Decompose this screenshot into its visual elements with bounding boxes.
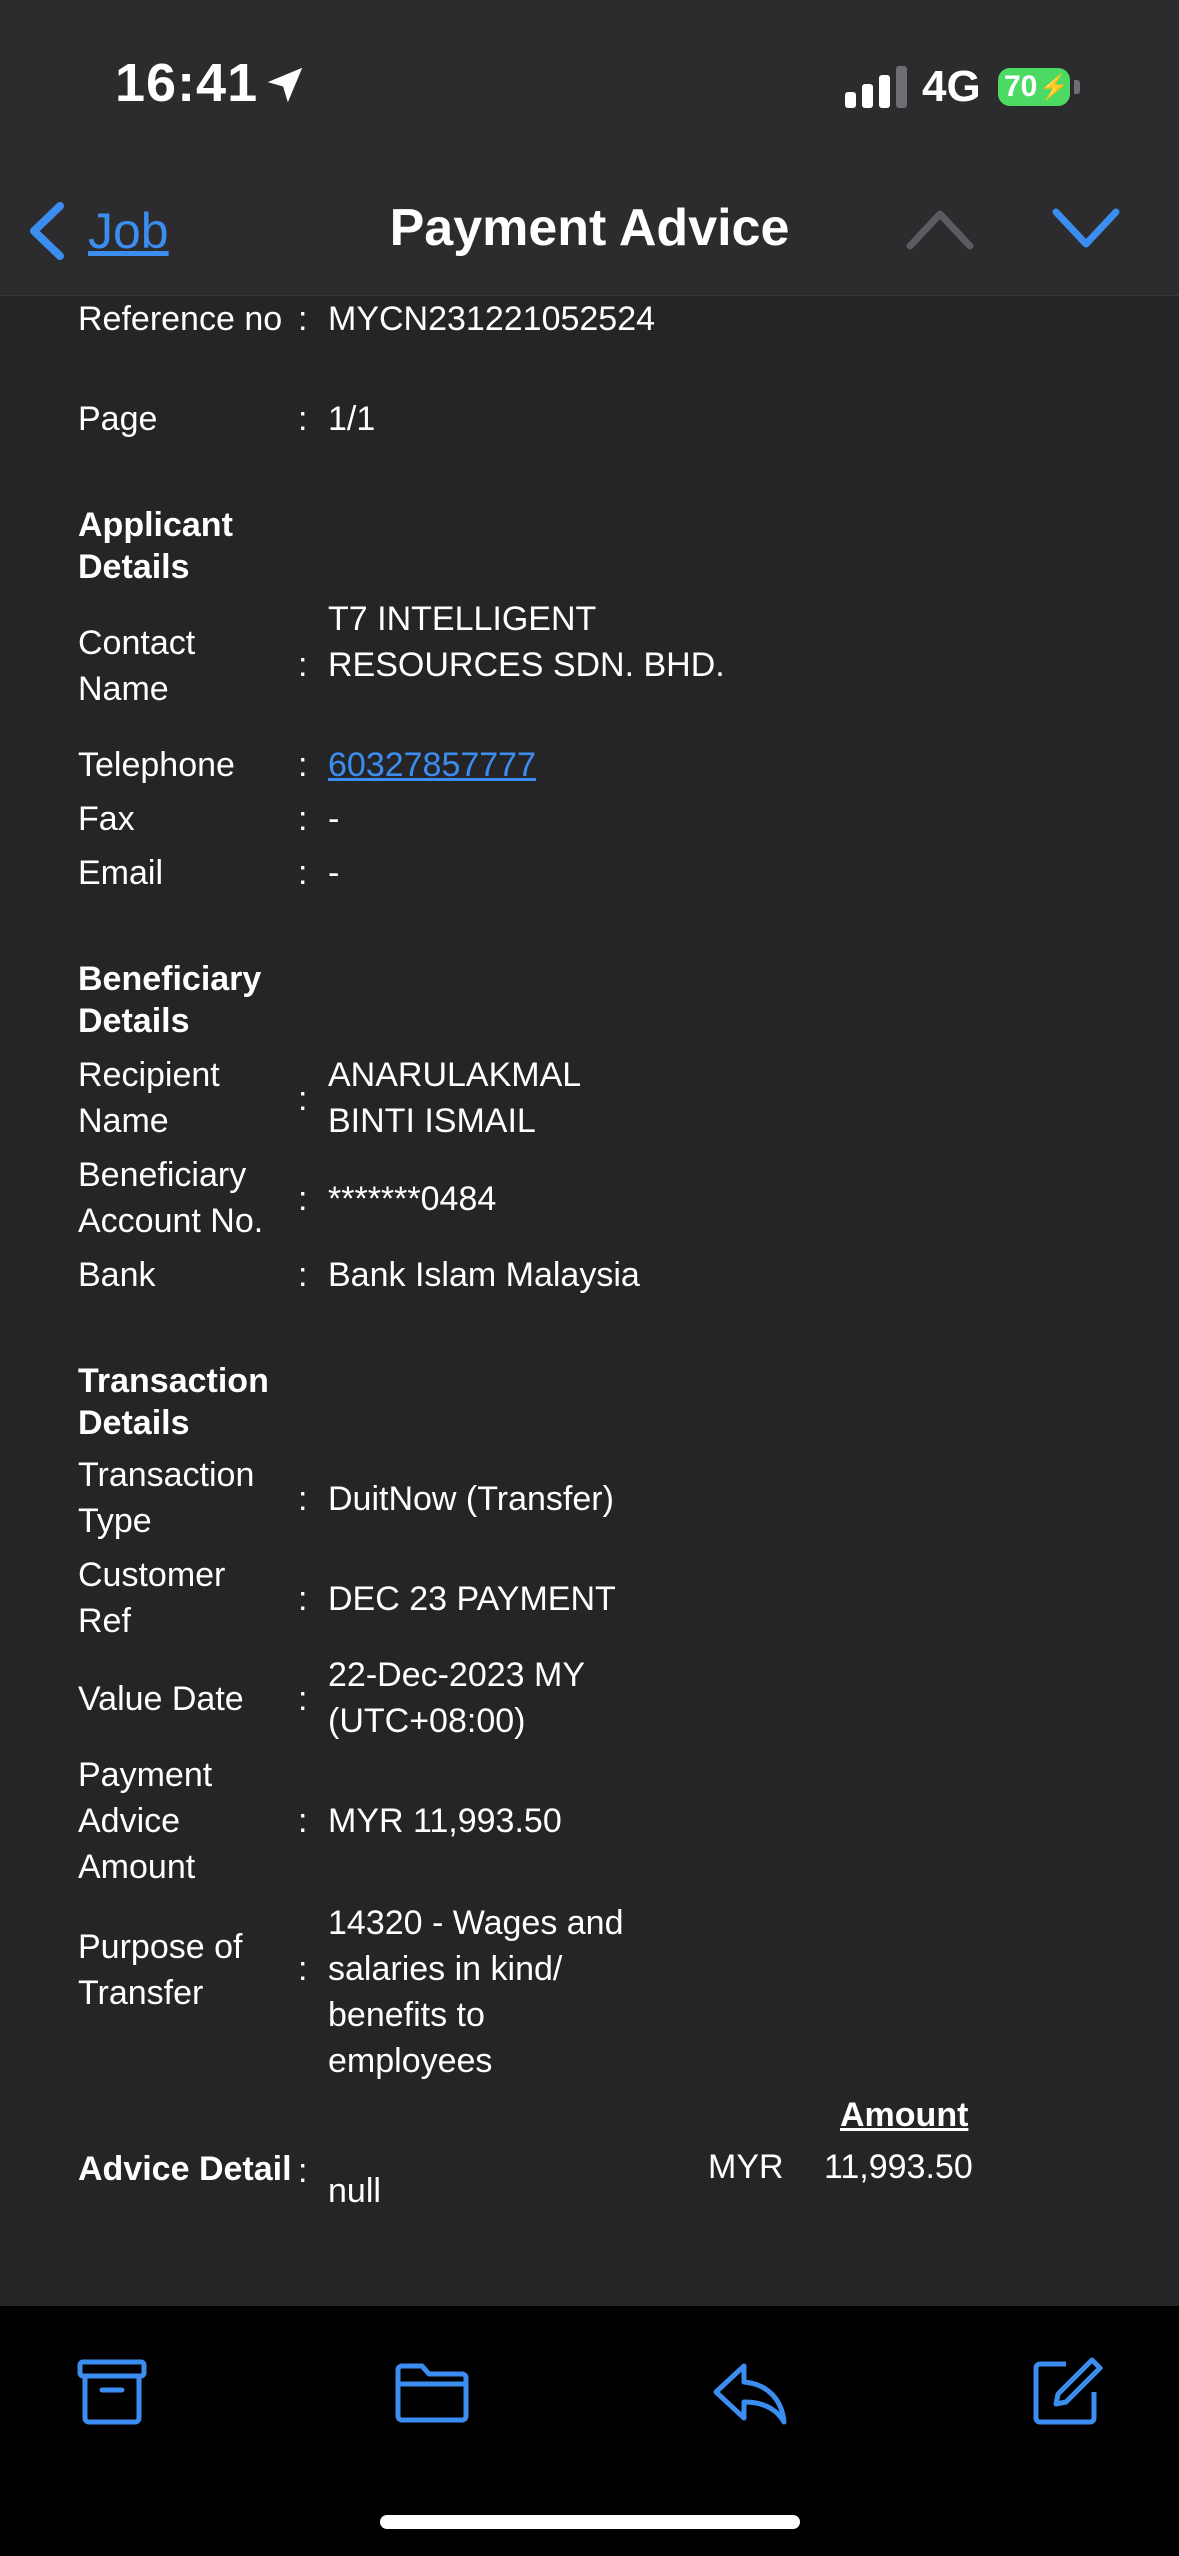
field-value: ANARULAKMAL BINTI ISMAIL xyxy=(328,1056,580,1140)
field-label: Beneficiary Account No. xyxy=(78,1156,264,1240)
field-label: Customer Ref xyxy=(78,1556,226,1640)
field-label: Email xyxy=(78,854,164,892)
reply-icon[interactable] xyxy=(710,2352,790,2432)
field-value: 22-Dec-2023 MY (UTC+08:00) xyxy=(328,1656,585,1740)
field-separator: : xyxy=(298,1580,308,1618)
field-separator: : xyxy=(298,1180,308,1218)
field-value: - xyxy=(328,854,340,892)
field-label: Recipient Name xyxy=(78,1056,220,1140)
field-separator: : xyxy=(298,746,308,784)
field-value: DuitNow (Transfer) xyxy=(328,1480,614,1518)
field-separator: : xyxy=(298,854,308,892)
chevron-up-icon[interactable] xyxy=(904,204,976,254)
home-indicator[interactable] xyxy=(380,2515,800,2529)
field-separator: : xyxy=(298,1080,308,1118)
field-separator: : xyxy=(298,1256,308,1294)
status-time: 16:41 xyxy=(115,53,259,113)
field-label: Telephone xyxy=(78,746,235,784)
network-type: 4G xyxy=(922,62,981,111)
payment-advice-document[interactable]: Reference no : MYCN231221052524 Page : 1… xyxy=(0,296,1179,2306)
field-separator: : xyxy=(298,2152,308,2190)
chevron-down-icon[interactable] xyxy=(1050,204,1122,254)
field-label: Payment Advice Amount xyxy=(78,1756,213,1886)
field-value: 1/1 xyxy=(328,400,376,438)
field-label: Page xyxy=(78,400,158,438)
advice-currency: MYR xyxy=(708,2148,784,2186)
field-value: null xyxy=(328,2172,381,2210)
navigation-bar: Job Payment Advice xyxy=(0,170,1179,296)
location-arrow-icon xyxy=(267,67,303,103)
compose-icon[interactable] xyxy=(1026,2352,1106,2432)
archive-icon[interactable] xyxy=(72,2352,152,2432)
status-bar: 16:41 4G 70 ⚡ xyxy=(0,0,1179,170)
telephone-link[interactable]: 60327857777 xyxy=(328,742,728,788)
field-separator: : xyxy=(298,300,308,338)
field-label: Bank xyxy=(78,1256,156,1294)
field-value: *******0484 xyxy=(328,1180,497,1218)
field-value: - xyxy=(328,800,340,838)
field-value: T7 INTELLIGENT RESOURCES SDN. BHD. xyxy=(328,600,725,684)
field-value: MYR 11,993.50 xyxy=(328,1802,562,1840)
field-separator: : xyxy=(298,400,308,438)
page-title: Payment Advice xyxy=(389,199,790,257)
battery-charging-icon: 70 ⚡ xyxy=(998,68,1070,106)
field-value: DEC 23 PAYMENT xyxy=(328,1580,616,1618)
signal-bars-icon xyxy=(845,66,907,108)
field-value: MYCN231221052524 xyxy=(328,300,656,338)
advice-amount: 11,993.50 xyxy=(824,2148,973,2186)
field-label: Purpose of Transfer xyxy=(78,1928,243,2012)
field-label: Value Date xyxy=(78,1680,244,1718)
field-separator: : xyxy=(298,1480,308,1518)
field-label: Contact Name xyxy=(78,624,196,708)
field-label: Reference no xyxy=(78,300,283,338)
field-separator: : xyxy=(298,646,308,684)
section-transaction-details: Transaction Details xyxy=(78,1362,269,1442)
field-label: Fax xyxy=(78,800,135,838)
field-value: Bank Islam Malaysia xyxy=(328,1256,640,1294)
field-separator: : xyxy=(298,800,308,838)
field-separator: : xyxy=(298,1802,308,1840)
section-beneficiary-details: Beneficiary Details xyxy=(78,960,262,1040)
field-separator: : xyxy=(298,1950,308,1988)
battery-level: 70 xyxy=(1004,70,1038,103)
field-separator: : xyxy=(298,1680,308,1718)
field-label: Transaction Type xyxy=(78,1456,255,1540)
battery-cap xyxy=(1074,80,1080,94)
section-applicant-details: Applicant Details xyxy=(78,506,233,586)
amount-column-header: Amount xyxy=(840,2096,969,2134)
folder-icon[interactable] xyxy=(392,2352,472,2432)
field-value: 14320 - Wages and salaries in kind/ bene… xyxy=(328,1904,624,2080)
